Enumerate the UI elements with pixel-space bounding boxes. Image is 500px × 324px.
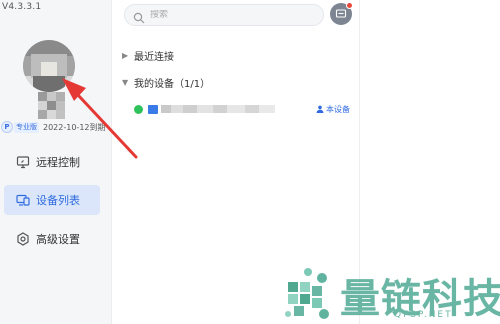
tree-group-recent[interactable]: ▶ 最近连接: [122, 47, 174, 63]
sidebar-item-advanced-settings[interactable]: 高级设置: [4, 224, 100, 254]
watermark: 量链科技 QFSP.NET: [276, 262, 500, 324]
device-icon: [148, 104, 158, 114]
watermark-url: QFSP.NET: [394, 310, 453, 320]
device-item[interactable]: 本设备: [134, 102, 356, 116]
account-tier-row: P 专业版 2022-10-12到期: [1, 120, 106, 134]
username-redacted: [38, 92, 65, 119]
search-box[interactable]: [124, 4, 324, 26]
caret-right-icon: ▶: [122, 50, 129, 60]
tier-label: 专业版: [14, 121, 39, 133]
this-device-tag: 本设备: [316, 104, 350, 115]
tree-group-label: 最近连接: [134, 51, 174, 63]
sidebar-item-label: 远程控制: [36, 156, 80, 169]
sidebar-item-label: 设备列表: [36, 194, 80, 207]
version-label: V4.3.3.1: [2, 2, 42, 12]
devices-icon: [16, 193, 30, 207]
caret-down-icon: ▼: [122, 77, 129, 87]
message-button[interactable]: [330, 2, 353, 25]
search-icon: [133, 9, 145, 24]
message-icon: [335, 5, 347, 24]
tree-group-my-devices[interactable]: ▼ 我的设备（1/1）: [122, 74, 210, 90]
gear-icon: [16, 232, 30, 246]
monitor-icon: [16, 155, 30, 169]
search-input[interactable]: [150, 10, 310, 20]
avatar[interactable]: [23, 40, 75, 92]
tier-badge: P: [1, 121, 13, 133]
app-window: V4.3.3.1 P 专业版 2022-10-12到期 远程控制 设备列表 高级…: [0, 0, 500, 324]
sidebar-item-device-list[interactable]: 设备列表: [4, 185, 100, 215]
sidebar: V4.3.3.1 P 专业版 2022-10-12到期 远程控制 设备列表 高级…: [0, 0, 112, 324]
sidebar-item-label: 高级设置: [36, 233, 80, 246]
device-name-redacted: [161, 105, 275, 113]
user-icon: [316, 105, 324, 113]
sidebar-item-remote-control[interactable]: 远程控制: [4, 147, 100, 177]
this-device-label: 本设备: [326, 104, 350, 114]
expire-date: 2022-10-12到期: [43, 122, 106, 132]
online-status-icon: [134, 104, 143, 114]
notification-dot: [346, 2, 353, 9]
watermark-logo-icon: [285, 268, 329, 319]
tree-group-label: 我的设备（1/1）: [134, 78, 211, 90]
